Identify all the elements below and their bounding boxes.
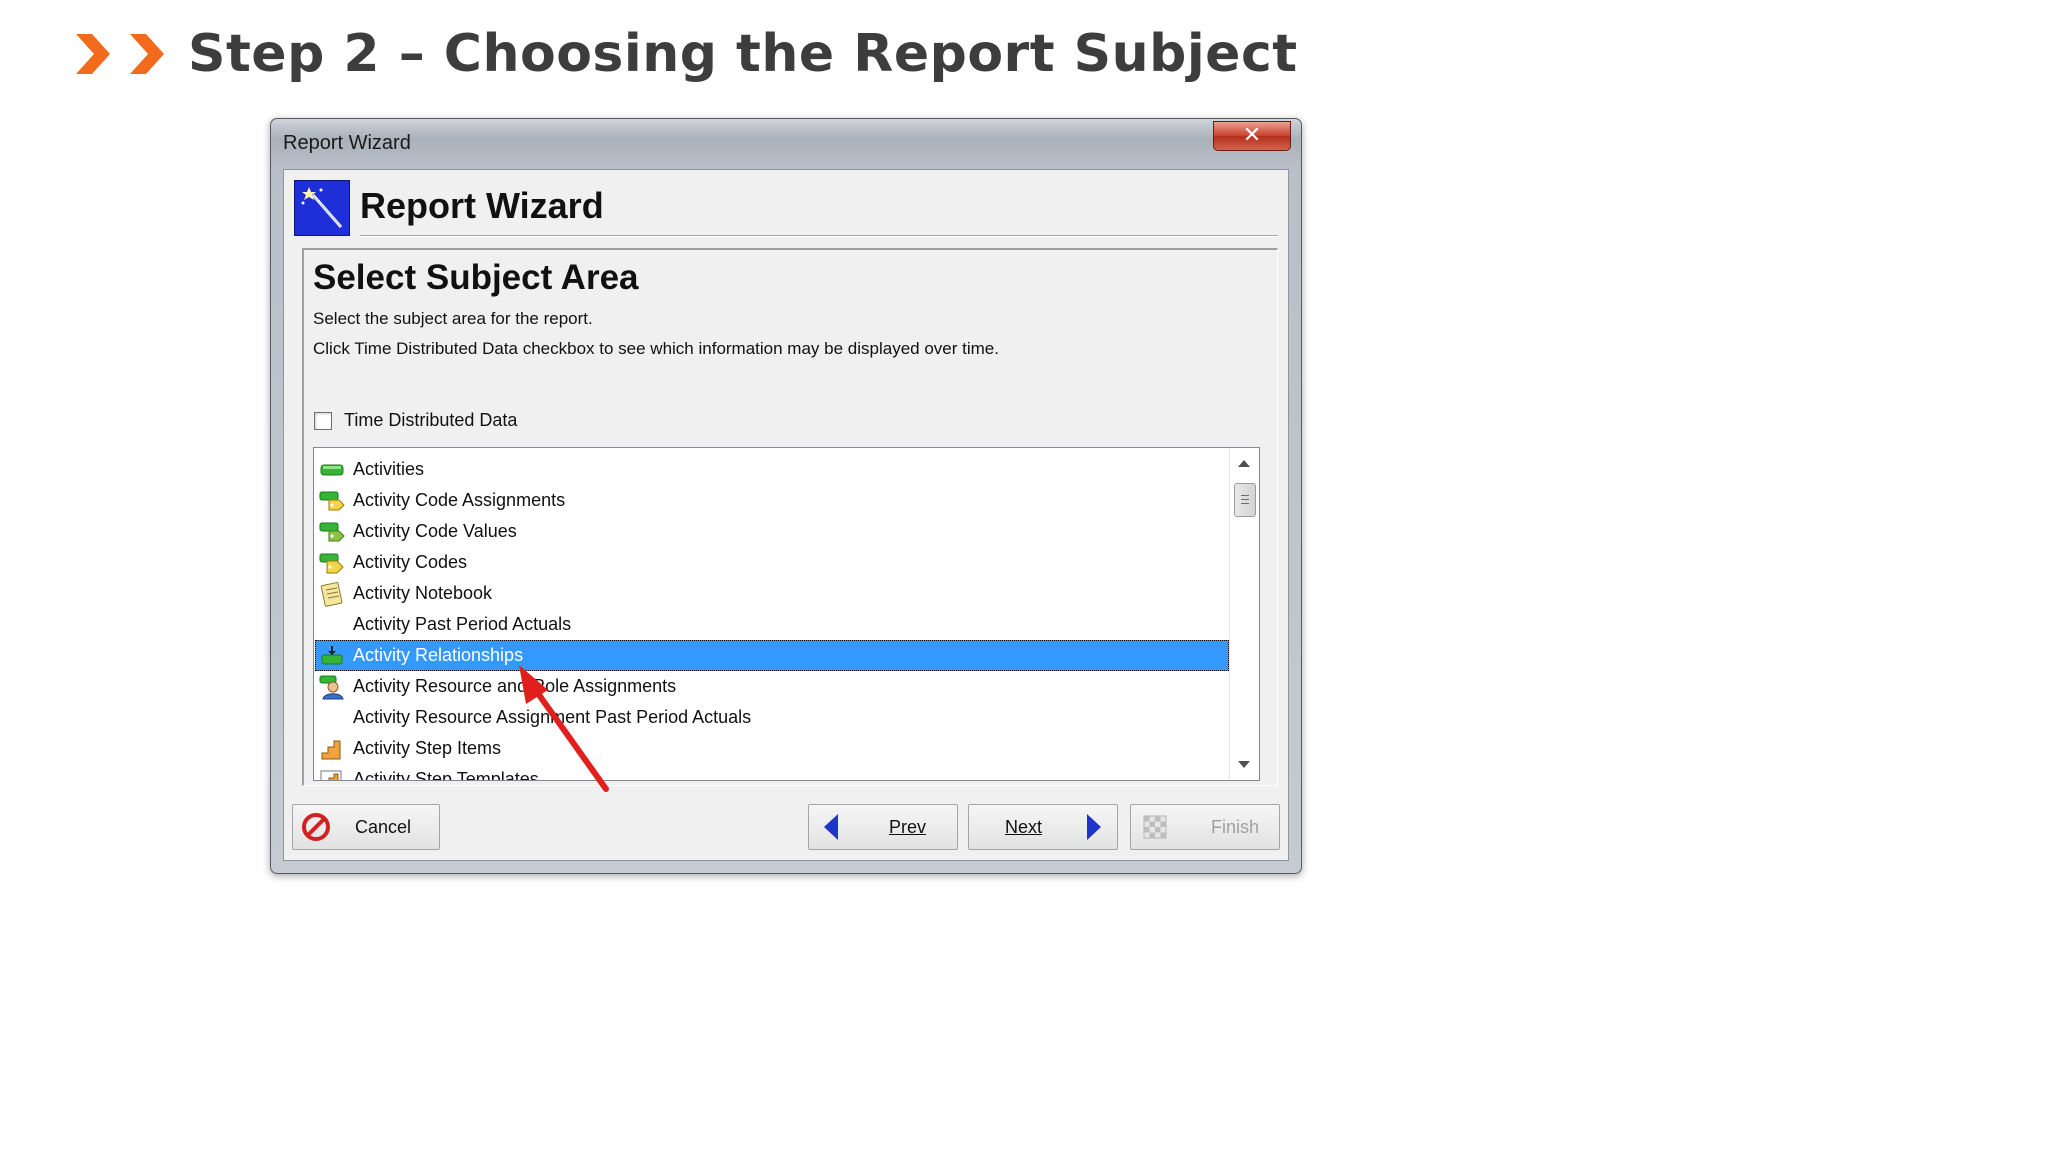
list-item[interactable]: Activity Codes [315,547,1229,578]
magic-wand-icon [294,180,350,236]
grip-line [1241,495,1249,496]
scroll-up-arrow-icon[interactable] [1238,460,1250,467]
arrow-left-icon [824,814,838,840]
finish-label: Finish [1211,816,1260,837]
activity-code-value-icon [319,522,345,541]
window-titlebar[interactable]: Report Wizard ✕ [271,119,1301,169]
activity-bar-icon [320,464,344,475]
grip-line [1241,503,1249,504]
instruction-text: Click Time Distributed Data checkbox to … [313,339,999,358]
scroll-down-arrow-icon[interactable] [1238,761,1250,768]
prev-label: Prev [889,816,927,837]
time-distributed-checkbox[interactable] [314,411,332,430]
list-item-label: Activity Code Assignments [353,490,566,510]
list-item-label: Activity Notebook [353,583,493,603]
instruction-text: Select the subject area for the report. [313,309,593,328]
step-templates-icon [320,770,342,780]
grip-line [1241,499,1249,500]
cancel-icon [302,813,330,841]
cancel-label: Cancel [355,816,412,837]
blank-icon [319,612,345,638]
activity-code-assignment-icon [319,491,345,510]
list-item-label: Activity Step Templates [353,769,539,781]
list-item[interactable]: Activity Notebook [315,578,1229,609]
list-item-label: Activity Step Items [353,738,502,758]
list-item-label: Activities [353,459,425,479]
wizard-banner-title: Report Wizard [360,185,604,226]
time-distributed-row[interactable]: Time Distributed Data [314,410,517,431]
section-title: Select Subject Area [313,258,639,297]
list-item[interactable]: Activity Resource Assignment Past Period… [315,702,1229,733]
next-button[interactable]: Next [968,804,1118,850]
list-item[interactable]: Activity Step Templates [315,764,1229,781]
list-item-selected[interactable]: Activity Relationships [315,640,1229,671]
list-scrollbar[interactable] [1229,448,1259,780]
close-button[interactable]: ✕ [1213,121,1291,151]
list-item-label: Activity Relationships [353,645,524,665]
blank-icon [319,705,345,731]
list-item-label: Activity Resource Assignment Past Period… [353,707,752,727]
relationship-icon [321,645,343,664]
chevron-right-icon [130,34,164,74]
finish-flag-icon [1143,815,1167,839]
report-wizard-window: Report Wizard ✕ Report Wizard Select Sub… [270,118,1302,874]
next-label: Next [1005,816,1043,837]
notebook-icon [320,581,343,607]
activity-code-icon [319,553,344,573]
time-distributed-label[interactable]: Time Distributed Data [344,410,517,431]
chevron-right-icon [76,34,110,74]
list-item[interactable]: Activity Code Assignments [315,485,1229,516]
cancel-button[interactable]: Cancel [292,804,440,850]
list-item-label: Activity Code Values [353,521,517,541]
step-items-icon [321,740,341,759]
list-item-label: Activity Past Period Actuals [353,614,572,634]
list-item[interactable]: Activity Step Items [315,733,1229,764]
list-item-label: Activity Codes [353,552,468,572]
list-item[interactable]: Activity Code Values [315,516,1229,547]
slide-header: Step 2 – Choosing the Report Subject [74,18,1298,90]
list-item-label: Activity Resource and Role Assignments [353,676,677,696]
list-item[interactable]: Activity Resource and Role Assignments [315,671,1229,702]
slide-title: Step 2 – Choosing the Report Subject [188,24,1298,84]
list-item[interactable]: Activity Past Period Actuals [315,609,1229,640]
window-title: Report Wizard [283,132,411,154]
prev-button[interactable]: Prev [808,804,958,850]
resource-assignment-icon [319,675,344,699]
arrow-right-icon [1087,814,1102,840]
subject-area-list[interactable]: Activities Activity Code Assignments Act… [313,447,1260,781]
close-icon: ✕ [1242,123,1262,148]
scroll-thumb[interactable] [1234,483,1256,517]
list-item[interactable]: Activities [315,454,1229,485]
wizard-client-area: Report Wizard Select Subject Area Select… [283,169,1289,861]
finish-button[interactable]: Finish [1130,804,1280,850]
banner-divider [360,235,1278,237]
